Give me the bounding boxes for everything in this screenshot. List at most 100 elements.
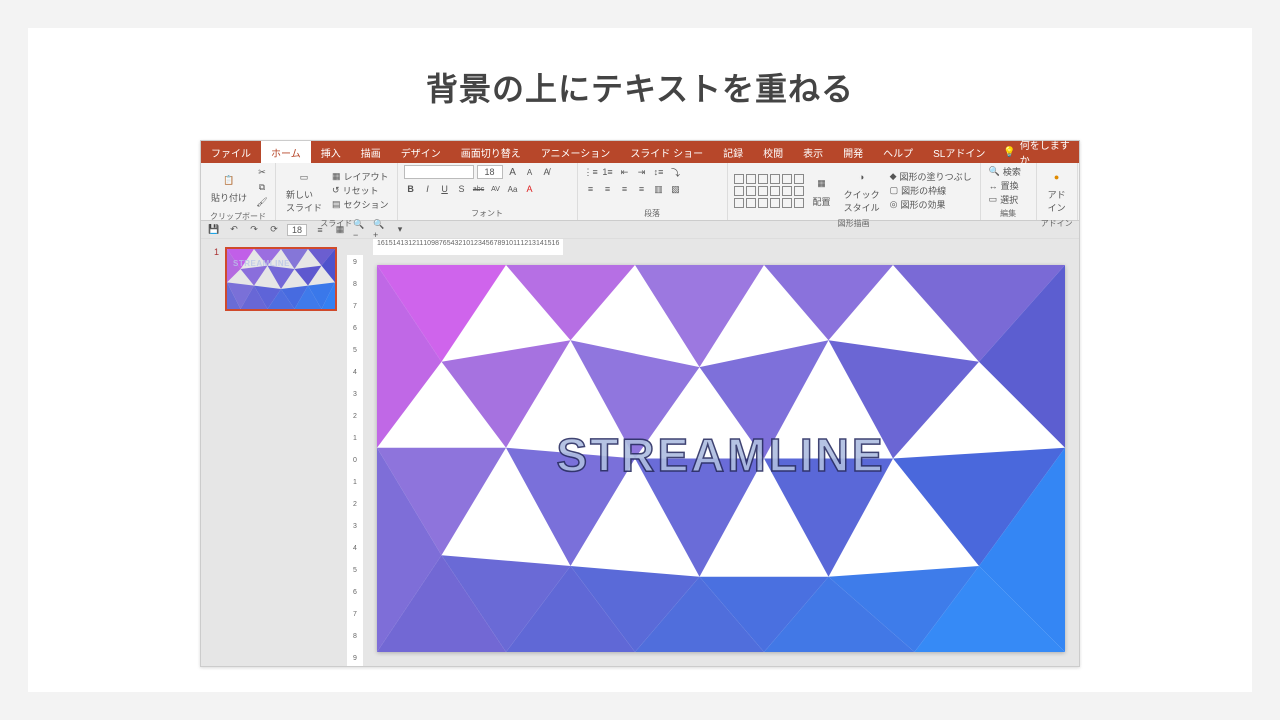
slide-viewport[interactable]: STREAMLINE bbox=[363, 255, 1079, 666]
increase-indent-icon[interactable]: ⇥ bbox=[635, 165, 649, 179]
tab-transitions[interactable]: 画面切り替え bbox=[451, 141, 531, 163]
ribbon-body: 📋 貼り付け ✂ ⧉ 🖌 クリップボード bbox=[201, 163, 1079, 221]
thumbnail-polygon-bg bbox=[227, 249, 335, 309]
ruler-tick: 9 bbox=[353, 259, 357, 266]
select-icon: ▭ bbox=[989, 194, 998, 205]
slide-thumbnail-panel: 1 bbox=[201, 239, 347, 666]
cut-icon[interactable]: ✂ bbox=[255, 165, 269, 179]
group-clipboard: 📋 貼り付け ✂ ⧉ 🖌 クリップボード bbox=[201, 163, 276, 220]
group-editing: 🔍検索 ↔置換 ▭選択 編集 bbox=[981, 163, 1037, 220]
justify-icon[interactable]: ≡ bbox=[635, 182, 649, 196]
font-size-dropdown[interactable]: 18 bbox=[477, 165, 503, 179]
strikethrough-icon[interactable]: abc bbox=[472, 182, 486, 196]
font-color-icon[interactable]: A bbox=[523, 182, 537, 196]
qat-grid-icon[interactable]: ▦ bbox=[333, 223, 347, 237]
quick-styles-label: クイック スタイル bbox=[844, 188, 880, 214]
line-spacing-icon[interactable]: ↕≡ bbox=[652, 165, 666, 179]
align-right-icon[interactable]: ≡ bbox=[618, 182, 632, 196]
replace-button[interactable]: ↔置換 bbox=[987, 179, 1023, 192]
slide-headline-text[interactable]: STREAMLINE bbox=[377, 428, 1065, 482]
qat-more-icon[interactable]: ▾ bbox=[393, 223, 407, 237]
shape-outline-button[interactable]: ▢図形の枠線 bbox=[888, 184, 974, 197]
arrange-button[interactable]: ▦ 配置 bbox=[808, 172, 836, 210]
layout-label: レイアウト bbox=[344, 170, 389, 183]
tab-view[interactable]: 表示 bbox=[793, 141, 833, 163]
section-button[interactable]: ▤セクション bbox=[330, 198, 391, 211]
shadow-icon[interactable]: S bbox=[455, 182, 469, 196]
group-clipboard-label: クリップボード bbox=[201, 211, 275, 223]
ruler-tick: 16 bbox=[552, 240, 560, 247]
text-direction-icon[interactable]: ⤵ bbox=[669, 165, 683, 179]
section-icon: ▤ bbox=[332, 199, 341, 210]
font-family-dropdown[interactable] bbox=[404, 165, 474, 179]
tab-sladdins[interactable]: SLアドイン bbox=[923, 141, 995, 163]
tab-animations[interactable]: アニメーション bbox=[531, 141, 621, 163]
tab-home[interactable]: ホーム bbox=[261, 141, 311, 163]
align-center-icon[interactable]: ≡ bbox=[601, 182, 615, 196]
ruler-tick: 14 bbox=[393, 240, 401, 247]
numbering-icon[interactable]: 1≡ bbox=[601, 165, 615, 179]
align-left-icon[interactable]: ≡ bbox=[584, 182, 598, 196]
shape-effects-label: 図形の効果 bbox=[900, 198, 945, 211]
undo-icon[interactable]: ↶ bbox=[227, 223, 241, 237]
vertical-ruler[interactable]: 9876543210123456789 bbox=[347, 255, 363, 666]
repeat-icon[interactable]: ⟳ bbox=[267, 223, 281, 237]
ruler-tick: 6 bbox=[353, 325, 357, 332]
tab-developer[interactable]: 開発 bbox=[833, 141, 873, 163]
redo-icon[interactable]: ↷ bbox=[247, 223, 261, 237]
qat-zoom-in-icon[interactable]: 🔍+ bbox=[373, 223, 387, 237]
clear-formatting-icon[interactable]: A̸ bbox=[540, 165, 554, 179]
tab-slideshow[interactable]: スライド ショー bbox=[620, 141, 713, 163]
char-spacing-icon[interactable]: AV bbox=[489, 182, 503, 196]
change-case-icon[interactable]: Aa bbox=[506, 182, 520, 196]
slide-thumbnail-1[interactable]: STREAMLINE bbox=[225, 247, 337, 311]
tell-me-search[interactable]: 💡 何をしますか bbox=[995, 141, 1079, 163]
layout-button[interactable]: ▦レイアウト bbox=[330, 170, 391, 183]
tab-insert[interactable]: 挿入 bbox=[311, 141, 351, 163]
slide-canvas[interactable]: STREAMLINE bbox=[377, 265, 1065, 652]
tab-record[interactable]: 記録 bbox=[713, 141, 753, 163]
tab-review[interactable]: 校閲 bbox=[753, 141, 793, 163]
shape-effects-button[interactable]: ◎図形の効果 bbox=[888, 198, 974, 211]
find-label: 検索 bbox=[1003, 165, 1021, 178]
tab-design[interactable]: デザイン bbox=[391, 141, 451, 163]
decrease-font-icon[interactable]: A bbox=[523, 165, 537, 179]
horizontal-ruler[interactable]: 1615141312111098765432101234567891011121… bbox=[373, 239, 563, 255]
shapes-gallery[interactable] bbox=[734, 174, 804, 208]
shape-outline-label: 図形の枠線 bbox=[901, 184, 946, 197]
addins-button[interactable]: ● アド イン bbox=[1043, 165, 1071, 216]
smartart-icon[interactable]: ▧ bbox=[669, 182, 683, 196]
reset-button[interactable]: ↺リセット bbox=[330, 184, 391, 197]
underline-icon[interactable]: U bbox=[438, 182, 452, 196]
ruler-tick: 1 bbox=[353, 435, 357, 442]
format-painter-icon[interactable]: 🖌 bbox=[255, 195, 269, 209]
qat-align-icon[interactable]: ≡ bbox=[313, 223, 327, 237]
tab-help[interactable]: ヘルプ bbox=[873, 141, 923, 163]
new-slide-button[interactable]: ▭ 新しい スライド bbox=[282, 165, 326, 216]
italic-icon[interactable]: I bbox=[421, 182, 435, 196]
tab-file[interactable]: ファイル bbox=[201, 141, 261, 163]
qat-zoom-out-icon[interactable]: 🔍− bbox=[353, 223, 367, 237]
ruler-tick: 11 bbox=[513, 240, 520, 247]
select-button[interactable]: ▭選択 bbox=[987, 193, 1023, 206]
paste-label: 貼り付け bbox=[211, 191, 247, 204]
ruler-tick: 3 bbox=[353, 391, 357, 398]
fill-icon: ◆ bbox=[890, 171, 897, 182]
shape-fill-button[interactable]: ◆図形の塗りつぶし bbox=[888, 170, 974, 183]
qat-font-size[interactable]: 18 bbox=[287, 224, 307, 236]
quick-styles-button[interactable]: ◑ クイック スタイル bbox=[840, 165, 884, 216]
addins-label: アド イン bbox=[1048, 188, 1066, 214]
save-icon[interactable]: 💾 bbox=[207, 223, 221, 237]
copy-icon[interactable]: ⧉ bbox=[255, 180, 269, 194]
increase-font-icon[interactable]: A bbox=[506, 165, 520, 179]
ruler-tick: 3 bbox=[353, 523, 357, 530]
ruler-tick: 2 bbox=[353, 413, 357, 420]
decrease-indent-icon[interactable]: ⇤ bbox=[618, 165, 632, 179]
bullets-icon[interactable]: ⋮≡ bbox=[584, 165, 598, 179]
group-addins: ● アド イン アドイン bbox=[1037, 163, 1078, 220]
tab-draw[interactable]: 描画 bbox=[351, 141, 391, 163]
paste-button[interactable]: 📋 貼り付け bbox=[207, 168, 251, 206]
bold-icon[interactable]: B bbox=[404, 182, 418, 196]
columns-icon[interactable]: ▥ bbox=[652, 182, 666, 196]
find-button[interactable]: 🔍検索 bbox=[987, 165, 1023, 178]
